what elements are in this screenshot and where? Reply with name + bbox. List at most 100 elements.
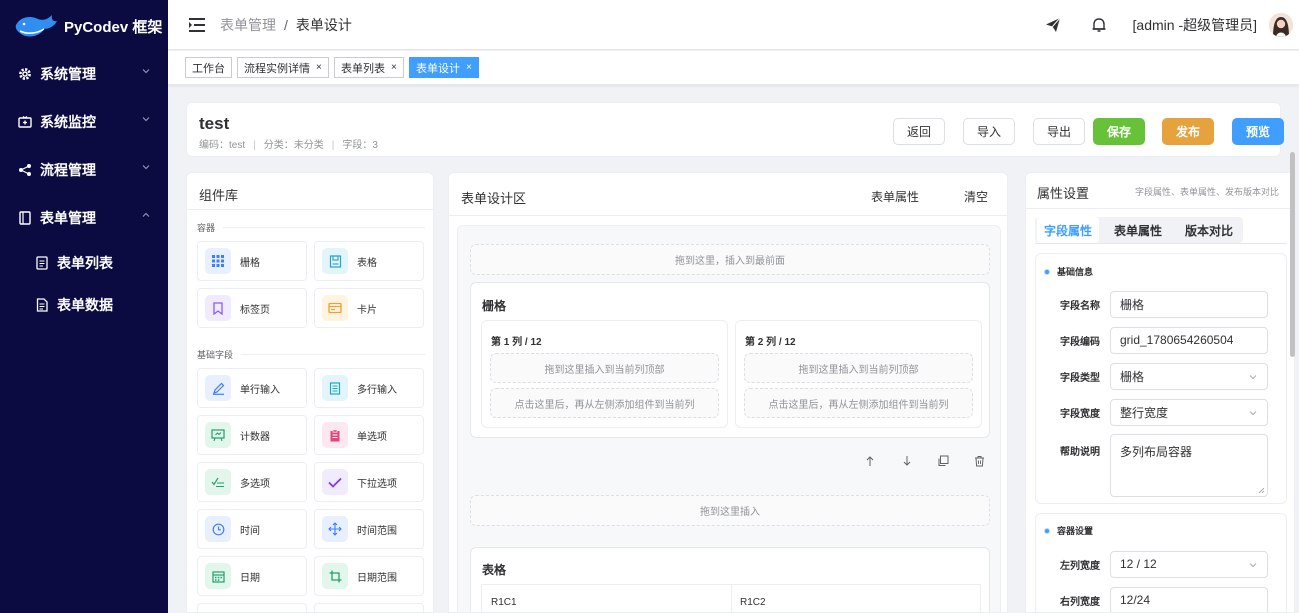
drop-zone-insert[interactable]: 拖到这里插入 [470,495,990,526]
table-container[interactable]: 表格 R1C1 R1C2 [470,547,990,612]
pencil-icon [205,375,231,401]
sidebar-item-form[interactable]: 表单管理 [0,194,168,242]
chevron-down-icon [142,117,150,122]
component-card[interactable]: 卡片 [314,288,424,328]
properties-panel: 属性设置 字段属性、表单属性、发布版本对比 字段属性 表单属性 版本对比 基础信… [1025,172,1295,613]
tab-form-design[interactable]: 表单设计 × [409,57,479,78]
component-text-input[interactable]: 单行输入 [197,368,307,408]
tab-process-instance[interactable]: 流程实例详情 × [237,57,329,78]
tab-field-properties[interactable]: 字段属性 [1037,217,1099,243]
form-title: test [199,114,230,133]
avatar[interactable] [1269,13,1293,37]
whale-logo-icon [15,15,58,37]
component-radio[interactable]: 单选项 [314,415,424,455]
tab-version-compare[interactable]: 版本对比 [1175,217,1243,243]
field-label: 字段宽度 [1060,408,1100,420]
close-icon[interactable]: × [391,62,397,73]
field-code-input[interactable]: grid_1780654260504 [1110,326,1268,354]
delete-icon[interactable] [974,455,985,467]
component-date[interactable]: 日期 [197,556,307,596]
component-counter[interactable]: 计数器 [197,415,307,455]
logo[interactable]: PyCodev 框架 [0,0,168,52]
tab-label: 表单列表 [341,62,385,75]
component-label: 表格 [357,257,377,269]
tab-form-list[interactable]: 表单列表 × [334,57,404,78]
meta-divider: | [331,140,335,151]
section-label-basic: 基础字段 [197,348,425,361]
import-button[interactable]: 导入 [963,118,1015,145]
component-more[interactable] [314,603,424,612]
resize-handle-icon[interactable] [1258,487,1265,494]
column-add-zone[interactable]: 点击这里后，再从左侧添加组件到当前列 [744,388,973,418]
sidebar-item-process[interactable]: 流程管理 [0,146,168,194]
textarea-value: 多列布局容器 [1120,445,1193,459]
grid-container[interactable]: 栅格 第 1 列 / 12 拖到这里插入到当前列顶部 点击这里后，再从左侧添加组… [470,282,990,438]
select-value: 12 / 12 [1120,557,1157,571]
form-properties-link[interactable]: 表单属性 [871,188,919,205]
component-date-range[interactable]: 日期范围 [314,556,424,596]
publish-button[interactable]: 发布 [1162,118,1214,145]
field-type-select[interactable]: 栅格 [1110,362,1268,390]
export-button[interactable]: 导出 [1033,118,1085,145]
field-row-type: 字段类型 栅格 [1036,362,1276,390]
move-down-icon[interactable] [902,455,912,467]
component-tabs[interactable]: 标签页 [197,288,307,328]
component-table[interactable]: 表格 [314,241,424,281]
table-cell[interactable]: R1C2 [740,597,766,608]
grid-column-2[interactable]: 第 2 列 / 12 拖到这里插入到当前列顶部 点击这里后，再从左侧添加组件到当… [735,320,982,428]
sidebar-subitem-form-data[interactable]: 表单数据 [0,284,168,326]
grid-column-1[interactable]: 第 1 列 / 12 拖到这里插入到当前列顶部 点击这里后，再从左侧添加组件到当… [481,320,728,428]
input-value: grid_1780654260504 [1120,333,1234,347]
save-button[interactable]: 保存 [1093,118,1145,145]
component-time-range[interactable]: 时间范围 [314,509,424,549]
crop-icon [322,563,348,589]
field-name-input[interactable]: 栅格 [1110,290,1268,318]
sidebar-item-monitor[interactable]: 系统监控 [0,98,168,146]
breadcrumb-item[interactable]: 表单管理 [220,17,276,33]
component-select[interactable]: 下拉选项 [314,462,424,502]
component-checkbox[interactable]: 多选项 [197,462,307,502]
left-column-width-select[interactable]: 12 / 12 [1110,550,1268,578]
form-field-count: 字段：3 [342,140,378,151]
top-right-actions: [admin -超级管理员] [1045,0,1299,50]
component-library-panel: 组件库 容器 栅格 表格 标签页 卡片 基础字段 单行输入 多行输入 计数器 单… [186,172,434,613]
component-label: 下拉选项 [357,478,397,490]
help-textarea[interactable]: 多列布局容器 [1110,434,1268,497]
column-drop-top[interactable]: 拖到这里插入到当前列顶部 [744,353,973,383]
preview-button[interactable]: 预览 [1232,118,1284,145]
vertical-scrollbar[interactable] [1290,152,1295,357]
right-column-width-input[interactable]: 12/24 [1110,586,1268,612]
back-button[interactable]: 返回 [893,118,945,145]
menu-fold-icon[interactable] [188,17,206,33]
clear-link[interactable]: 清空 [964,188,988,205]
sidebar-item-label: 系统监控 [40,114,96,130]
drop-zone-top[interactable]: 拖到这里，插入到最前面 [470,244,990,275]
component-textarea[interactable]: 多行输入 [314,368,424,408]
bookmark-icon [205,295,231,321]
input-value: 栅格 [1120,297,1145,312]
column-drop-top[interactable]: 拖到这里插入到当前列顶部 [490,353,719,383]
sidebar-item-system[interactable]: 系统管理 [0,50,168,98]
tab-workbench[interactable]: 工作台 [185,57,232,78]
close-icon[interactable]: × [316,62,322,73]
sidebar-subitem-form-list[interactable]: 表单列表 [0,242,168,284]
component-more[interactable] [197,603,307,612]
column-add-zone[interactable]: 点击这里后，再从左侧添加组件到当前列 [490,388,719,418]
tab-form-properties[interactable]: 表单属性 [1107,217,1169,243]
sidebar-item-label: 流程管理 [40,162,96,178]
table-cell[interactable]: R1C1 [491,597,517,608]
field-width-select[interactable]: 整行宽度 [1110,398,1268,426]
properties-title: 属性设置 [1037,186,1090,201]
container-settings-section: 容器设置 左列宽度 12 / 12 右列宽度 12/24 [1035,513,1287,612]
sidebar-item-label: 表单管理 [40,210,96,226]
bell-icon[interactable] [1091,17,1107,33]
user-label[interactable]: [admin -超级管理员] [1133,15,1257,35]
component-grid[interactable]: 栅格 [197,241,307,281]
close-icon[interactable]: × [466,62,472,73]
copy-icon[interactable] [937,455,949,467]
component-time[interactable]: 时间 [197,509,307,549]
send-icon[interactable] [1045,17,1061,33]
move-up-icon[interactable] [865,455,875,467]
breadcrumb: 表单管理 / 表单设计 [220,15,352,35]
field-label: 右列宽度 [1060,596,1100,608]
